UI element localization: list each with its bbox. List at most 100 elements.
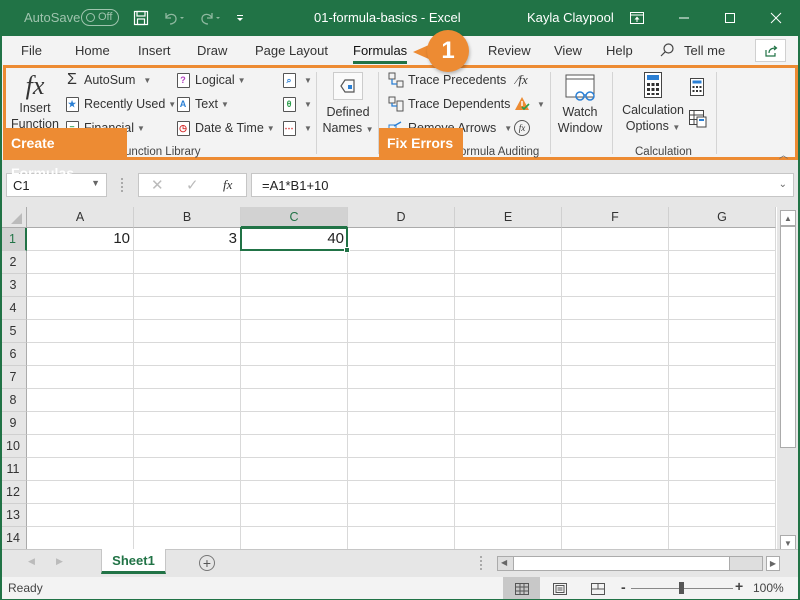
trace-precedents-button[interactable]: Trace Precedents <box>388 72 506 88</box>
lookup-reference-button[interactable]: ⌕ ▼ <box>281 72 312 88</box>
cell-d13[interactable] <box>348 504 455 527</box>
cell-e6[interactable] <box>455 343 562 366</box>
cell-g9[interactable] <box>669 412 776 435</box>
cell-g3[interactable] <box>669 274 776 297</box>
column-header-b[interactable]: B <box>134 207 241 228</box>
cell-e14[interactable] <box>455 527 562 549</box>
column-header-d[interactable]: D <box>348 207 455 228</box>
row-header-13[interactable]: 13 <box>0 504 27 527</box>
cell-g7[interactable] <box>669 366 776 389</box>
cell-g8[interactable] <box>669 389 776 412</box>
cell-g12[interactable] <box>669 481 776 504</box>
select-all-button[interactable] <box>0 207 27 228</box>
cell-c14[interactable] <box>241 527 348 549</box>
cell-g6[interactable] <box>669 343 776 366</box>
cell-g10[interactable] <box>669 435 776 458</box>
save-button[interactable] <box>131 8 151 28</box>
cell-d10[interactable] <box>348 435 455 458</box>
cell-b3[interactable] <box>134 274 241 297</box>
row-header-2[interactable]: 2 <box>0 251 27 274</box>
cell-c3[interactable] <box>241 274 348 297</box>
column-header-g[interactable]: G <box>669 207 776 228</box>
ribbon-display-options-button[interactable] <box>622 6 652 30</box>
cell-f13[interactable] <box>562 504 669 527</box>
cell-e7[interactable] <box>455 366 562 389</box>
zoom-in-button[interactable]: + <box>735 578 743 594</box>
cell-f7[interactable] <box>562 366 669 389</box>
customize-qat-button[interactable] <box>233 8 247 28</box>
row-header-6[interactable]: 6 <box>0 343 27 366</box>
cell-e2[interactable] <box>455 251 562 274</box>
cell-b10[interactable] <box>134 435 241 458</box>
cell-b7[interactable] <box>134 366 241 389</box>
recently-used-button[interactable]: ★ Recently Used ▼ <box>64 96 176 112</box>
column-header-a[interactable]: A <box>27 207 134 228</box>
scroll-right-button[interactable]: ▶ <box>766 556 780 571</box>
enter-icon[interactable]: ✓ <box>186 176 199 194</box>
cell-d8[interactable] <box>348 389 455 412</box>
cell-b2[interactable] <box>134 251 241 274</box>
cell-f9[interactable] <box>562 412 669 435</box>
cell-a2[interactable] <box>27 251 134 274</box>
cell-d6[interactable] <box>348 343 455 366</box>
tab-split-handle[interactable] <box>480 556 483 570</box>
scroll-up-button[interactable]: ▲ <box>780 210 796 226</box>
horizontal-scrollbar[interactable]: ◀ <box>497 556 763 571</box>
formula-bar-grip[interactable] <box>121 178 124 192</box>
tab-review[interactable]: Review <box>488 43 531 58</box>
cell-b14[interactable] <box>134 527 241 549</box>
cell-d4[interactable] <box>348 297 455 320</box>
cell-c5[interactable] <box>241 320 348 343</box>
cell-b12[interactable] <box>134 481 241 504</box>
cell-b11[interactable] <box>134 458 241 481</box>
insert-function-icon[interactable]: fx <box>223 177 232 193</box>
new-sheet-button[interactable]: + <box>199 555 215 571</box>
zoom-level[interactable]: 100% <box>753 581 784 595</box>
normal-view-button[interactable] <box>503 577 540 600</box>
row-header-10[interactable]: 10 <box>0 435 27 458</box>
fill-handle[interactable] <box>344 247 350 253</box>
cell-a8[interactable] <box>27 389 134 412</box>
logical-button[interactable]: ? Logical ▼ <box>175 72 246 88</box>
cell-a13[interactable] <box>27 504 134 527</box>
cell-f1[interactable] <box>562 228 669 251</box>
cell-f8[interactable] <box>562 389 669 412</box>
cell-g2[interactable] <box>669 251 776 274</box>
close-button[interactable] <box>761 6 791 30</box>
cell-e5[interactable] <box>455 320 562 343</box>
zoom-out-button[interactable]: - <box>621 579 626 595</box>
maximize-button[interactable] <box>715 6 745 30</box>
cell-a5[interactable] <box>27 320 134 343</box>
cell-a4[interactable] <box>27 297 134 320</box>
cell-d3[interactable] <box>348 274 455 297</box>
trace-dependents-button[interactable]: Trace Dependents <box>388 96 510 112</box>
cell-f2[interactable] <box>562 251 669 274</box>
cell-c4[interactable] <box>241 297 348 320</box>
user-name[interactable]: Kayla Claypool <box>527 10 614 25</box>
sheet-tab[interactable]: Sheet1 <box>101 549 166 574</box>
page-layout-view-button[interactable] <box>549 577 571 600</box>
minimize-button[interactable] <box>669 6 699 30</box>
cell-b8[interactable] <box>134 389 241 412</box>
text-button[interactable]: A Text ▼ <box>175 96 229 112</box>
insert-function-button[interactable]: fx Insert Function <box>10 72 60 132</box>
cell-e10[interactable] <box>455 435 562 458</box>
tab-page-layout[interactable]: Page Layout <box>255 43 328 58</box>
cell-e4[interactable] <box>455 297 562 320</box>
cell-e13[interactable] <box>455 504 562 527</box>
calculation-options-button[interactable]: Calculation Options ▼ <box>620 72 686 136</box>
math-trig-button[interactable]: θ ▼ <box>281 96 312 112</box>
cell-d7[interactable] <box>348 366 455 389</box>
column-header-f[interactable]: F <box>562 207 669 228</box>
row-header-3[interactable]: 3 <box>0 274 27 297</box>
horizontal-scroll-thumb[interactable] <box>513 557 730 570</box>
tab-draw[interactable]: Draw <box>197 43 227 58</box>
cell-a14[interactable] <box>27 527 134 549</box>
cell-a9[interactable] <box>27 412 134 435</box>
cell-b1[interactable]: 3 <box>134 228 241 251</box>
cell-c12[interactable] <box>241 481 348 504</box>
cell-a6[interactable] <box>27 343 134 366</box>
cell-e9[interactable] <box>455 412 562 435</box>
cell-d12[interactable] <box>348 481 455 504</box>
cell-f3[interactable] <box>562 274 669 297</box>
